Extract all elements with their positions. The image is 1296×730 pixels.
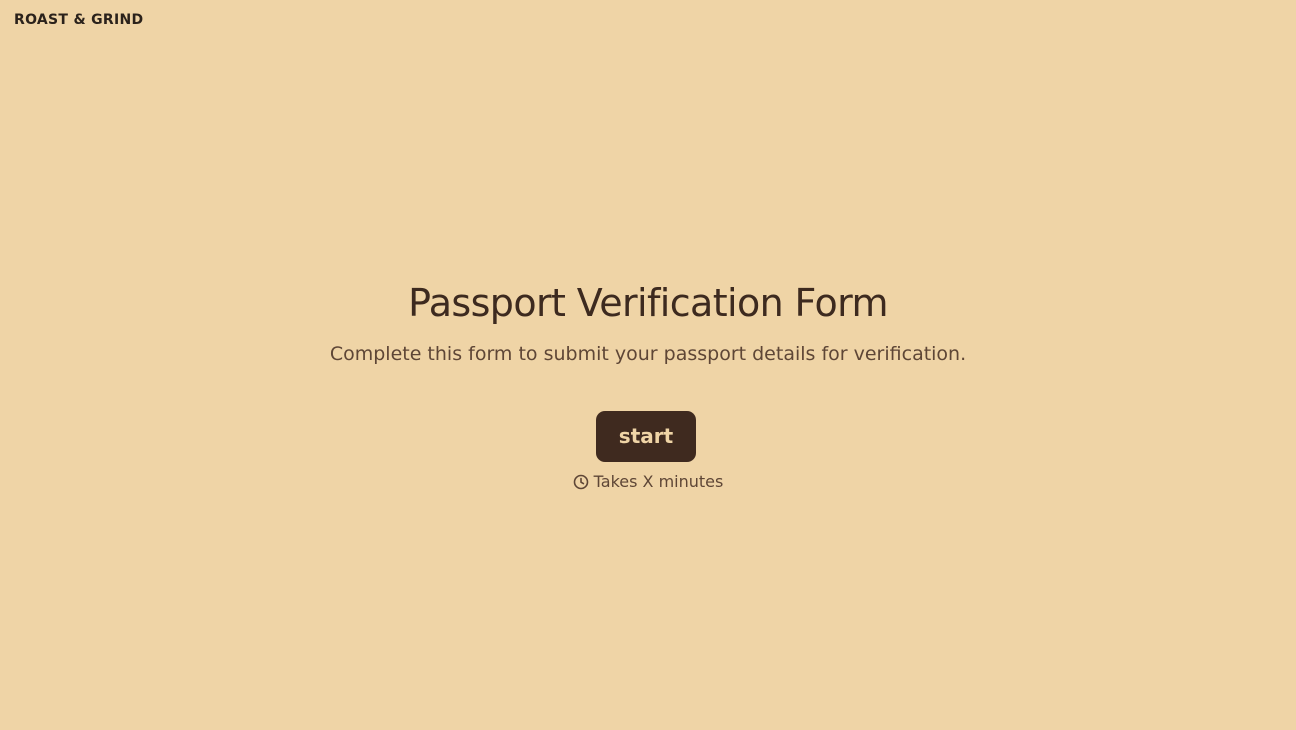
- duration-text: Takes X minutes: [593, 472, 724, 491]
- intro-section: Passport Verification Form Complete this…: [0, 0, 1296, 730]
- form-intro-page: ROAST & GRIND Passport Verification Form…: [0, 0, 1296, 730]
- start-button[interactable]: start: [596, 411, 696, 462]
- page-title: Passport Verification Form: [408, 281, 888, 325]
- clock-icon: [573, 474, 589, 490]
- duration-info: Takes X minutes: [0, 471, 1296, 493]
- page-subtitle: Complete this form to submit your passpo…: [329, 343, 967, 365]
